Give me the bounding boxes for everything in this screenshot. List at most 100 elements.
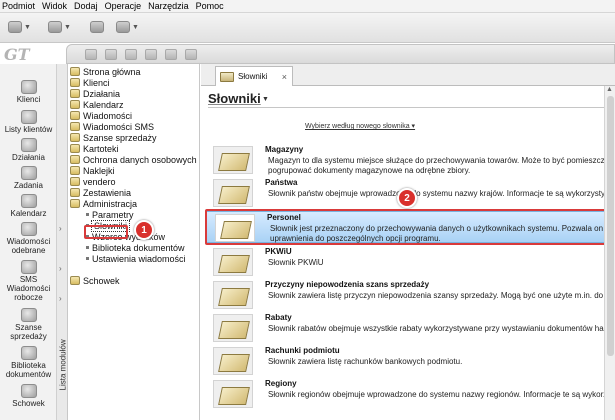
- tree-item-kalendarz[interactable]: Kalendarz: [70, 99, 124, 110]
- tab-slowniki[interactable]: Słowniki ×: [215, 66, 293, 86]
- highlight-box-slowniki: [84, 225, 128, 239]
- tab-label: Słowniki: [238, 72, 268, 81]
- secondary-toolbar: [66, 44, 615, 64]
- tree-item-zestawienia[interactable]: Zestawienia: [70, 187, 131, 198]
- tree-item-vendero[interactable]: vendero: [70, 176, 116, 187]
- module-list-strip[interactable]: › › › Lista modułów: [57, 64, 68, 420]
- tree-label: Schowek: [83, 275, 120, 286]
- tree-item-schowek[interactable]: Schowek: [70, 275, 120, 286]
- module-klienci[interactable]: Klienci: [0, 80, 57, 104]
- tree-item-parametry[interactable]: Parametry: [84, 209, 134, 220]
- module-sms[interactable]: SMS Wiadomości robocze: [0, 260, 57, 302]
- navigation-tree: Strona główna Klienci Działania Kalendar…: [68, 64, 200, 420]
- menu-dodaj[interactable]: Dodaj: [74, 1, 98, 11]
- chevron-down-icon: ▼: [132, 23, 139, 31]
- clients-icon: [70, 78, 80, 87]
- module-listy-klientow[interactable]: Listy klientów: [0, 110, 57, 134]
- dictionary-book-icon: [213, 281, 253, 309]
- tasks-icon: [20, 166, 37, 180]
- menu-podmiot[interactable]: Podmiot: [2, 1, 35, 11]
- chevron-right-icon[interactable]: ›: [59, 294, 62, 303]
- tree-item-biblioteka-dokumentow[interactable]: Biblioteka dokumentów: [84, 242, 185, 253]
- chevron-right-icon[interactable]: ›: [59, 224, 62, 233]
- close-icon[interactable]: ×: [282, 72, 287, 82]
- dictionary-book-icon: [213, 314, 253, 342]
- module-biblioteka-dokumentow[interactable]: Biblioteka dokumentów: [0, 346, 57, 379]
- folder-icon: [70, 144, 80, 153]
- menu-widok[interactable]: Widok: [42, 1, 67, 11]
- module-label: SMS Wiadomości robocze: [6, 275, 51, 302]
- menu-bar: Podmiot Widok Dodaj Operacje Narzędzia P…: [0, 0, 615, 13]
- dictionary-icon: [220, 71, 234, 82]
- tree-item-ustawienia-wiadomosci[interactable]: Ustawienia wiadomości: [84, 253, 186, 264]
- toolbar-button-4[interactable]: ▼: [116, 19, 139, 35]
- bullet-icon: [86, 246, 89, 249]
- module-kalendarz[interactable]: Kalendarz: [0, 194, 57, 218]
- module-label: Schowek: [12, 399, 45, 408]
- dictionary-description: Słownik PKWiU: [268, 258, 324, 267]
- tree-label: Ochrona danych osobowych: [83, 154, 197, 165]
- tree-item-ochrona-danych[interactable]: Ochrona danych osobowych: [70, 154, 197, 165]
- vertical-scrollbar[interactable]: ▲: [604, 86, 615, 420]
- dictionary-row-przyczyny-niepowodzenia[interactable]: Przyczyny niepowodzenia szans sprzedaży …: [205, 279, 615, 312]
- tree-item-naklejki[interactable]: Naklejki: [70, 165, 115, 176]
- module-zadania[interactable]: Zadania: [0, 166, 57, 190]
- callout-badge-2: 2: [397, 188, 417, 208]
- toolbar-icon-4: [116, 21, 130, 33]
- toolbar-icon-1: [8, 21, 22, 33]
- dictionary-book-icon: [213, 347, 253, 375]
- dictionary-row-rabaty[interactable]: Rabaty Słownik rabatów obejmuje wszystki…: [205, 312, 615, 345]
- tool-icon[interactable]: [125, 49, 137, 60]
- dictionary-title: Magazyny: [265, 145, 304, 154]
- tree-item-kartoteki[interactable]: Kartoteki: [70, 143, 119, 154]
- tree-item-wiadomosci-sms[interactable]: Wiadomości SMS: [70, 121, 154, 132]
- tool-icon[interactable]: [85, 49, 97, 60]
- dictionary-book-icon: [213, 179, 253, 207]
- module-label: Klienci: [16, 95, 41, 104]
- module-schowek[interactable]: Schowek: [0, 384, 57, 408]
- tree-label: Parametry: [92, 209, 134, 220]
- toolbar-button-3[interactable]: [90, 19, 104, 35]
- menu-operacje[interactable]: Operacje: [105, 1, 142, 11]
- chevron-right-icon[interactable]: ›: [59, 264, 62, 273]
- tree-item-wiadomosci[interactable]: Wiadomości: [70, 110, 132, 121]
- module-szanse-sprzedazy[interactable]: Szanse sprzedaży: [0, 308, 57, 341]
- toolbar-button-2[interactable]: ▼: [48, 19, 71, 35]
- clipboard-icon: [70, 276, 80, 285]
- dictionary-book-icon: [213, 248, 253, 276]
- dictionary-row-rachunki-podmiotu[interactable]: Rachunki podmiotu Słownik zawiera listę …: [205, 345, 615, 378]
- module-dzialania[interactable]: Działania: [0, 138, 57, 162]
- dictionary-title: PKWiU: [265, 247, 292, 256]
- tree-item-dzialania[interactable]: Działania: [70, 88, 120, 99]
- chevron-down-icon[interactable]: ▼: [262, 96, 269, 103]
- tree-item-administracja[interactable]: Administracja: [70, 198, 137, 209]
- divider: [208, 107, 615, 108]
- tool-icon[interactable]: [185, 49, 197, 60]
- tree-item-strona-glowna[interactable]: Strona główna: [70, 66, 141, 77]
- tool-icon[interactable]: [165, 49, 177, 60]
- tree-item-szanse-sprzedazy[interactable]: Szanse sprzedaży: [70, 132, 157, 143]
- tool-icon[interactable]: [105, 49, 117, 60]
- scroll-up-icon[interactable]: ▲: [606, 86, 613, 93]
- page-title[interactable]: Słowniki: [208, 91, 261, 106]
- tree-label: Wiadomości SMS: [83, 121, 155, 132]
- sales-opportunity-icon: [20, 308, 37, 322]
- dictionary-description: Słownik zawiera listę rachunków bankowyc…: [268, 357, 463, 366]
- dictionary-row-regiony[interactable]: Regiony Słownik regionów obejmuje wprowa…: [205, 378, 615, 411]
- tree-label: vendero: [83, 176, 116, 187]
- sales-opportunity-icon: [70, 133, 80, 142]
- tree-item-klienci[interactable]: Klienci: [70, 77, 110, 88]
- scroll-thumb[interactable]: [607, 96, 614, 356]
- tree-label: Szanse sprzedaży: [83, 132, 157, 143]
- module-wiadomosci-odebrane[interactable]: Wiadomości odebrane: [0, 222, 57, 255]
- tool-icon[interactable]: [145, 49, 157, 60]
- dictionary-row-pkwiu[interactable]: PKWiU Słownik PKWiU: [205, 246, 615, 279]
- menu-narzedzia[interactable]: Narzędzia: [148, 1, 189, 11]
- tab-strip: Słowniki ×: [201, 64, 615, 86]
- dictionary-row-magazyny[interactable]: Magazyny Magazyn to dla systemu miejsce …: [205, 144, 615, 177]
- dictionary-description: Słownik regionów obejmuje wprowadzone do…: [268, 390, 615, 399]
- toolbar-button-1[interactable]: ▼: [8, 19, 31, 35]
- menu-pomoc[interactable]: Pomoc: [196, 1, 224, 11]
- tree-label: Kalendarz: [83, 99, 124, 110]
- sort-selector[interactable]: Wybierz według nowego słownika ▾: [305, 122, 415, 130]
